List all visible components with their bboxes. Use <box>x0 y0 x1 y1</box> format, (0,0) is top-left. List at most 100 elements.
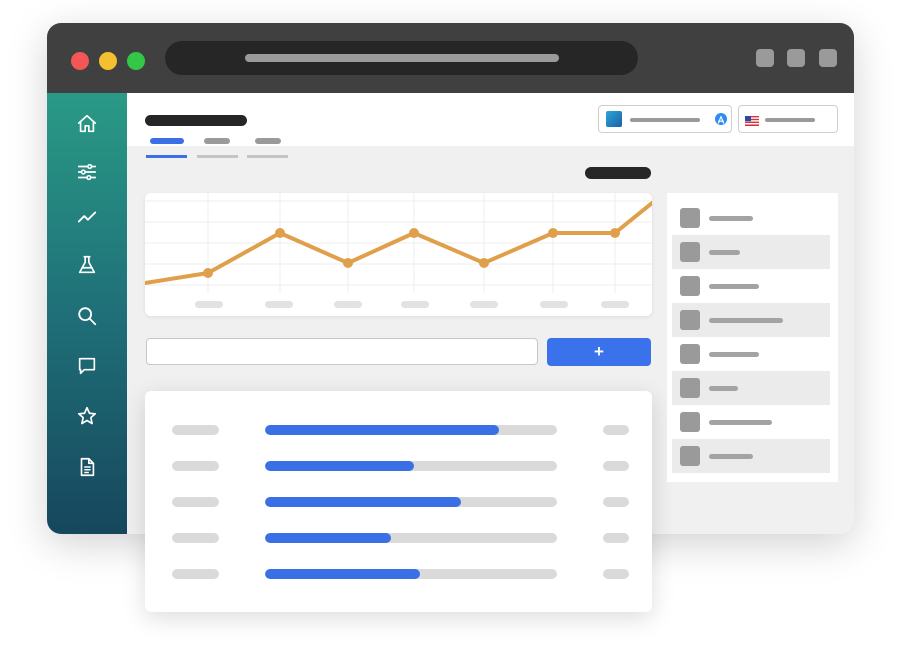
title-bar <box>47 23 854 93</box>
app-selector[interactable] <box>598 105 732 133</box>
chart-point[interactable] <box>275 228 285 238</box>
sidebar-item-search[interactable] <box>75 304 99 328</box>
address-placeholder <box>245 54 559 62</box>
x-tick-label <box>470 301 498 308</box>
list-row[interactable] <box>145 533 652 543</box>
side-list-item[interactable] <box>672 439 830 473</box>
row-label <box>172 461 219 471</box>
list-row[interactable] <box>145 497 652 507</box>
sliders-icon <box>77 163 97 181</box>
page-title <box>145 115 247 126</box>
tab-3[interactable] <box>255 138 281 144</box>
item-thumbnail <box>680 378 700 398</box>
item-label <box>709 250 740 255</box>
item-thumbnail <box>680 242 700 262</box>
chat-icon <box>78 357 96 375</box>
line-chart <box>145 193 652 308</box>
home-icon <box>77 114 97 133</box>
chart-grid <box>145 193 652 293</box>
side-list-item[interactable] <box>672 303 830 337</box>
x-tick-label <box>601 301 629 308</box>
sidebar-item-filters[interactable] <box>75 160 99 184</box>
item-label <box>709 318 783 323</box>
row-value <box>603 461 629 471</box>
item-thumbnail <box>680 344 700 364</box>
minimize-window-button[interactable] <box>99 52 117 70</box>
rank-list-card <box>145 391 652 612</box>
row-progress-bar <box>265 461 557 471</box>
side-list-item[interactable] <box>672 371 830 405</box>
row-progress-fill <box>265 497 461 507</box>
row-progress-fill <box>265 461 414 471</box>
sidebar-item-favorites[interactable] <box>75 404 99 428</box>
row-progress-bar <box>265 569 557 579</box>
sidebar-item-trends[interactable] <box>75 205 99 229</box>
list-row[interactable] <box>145 425 652 435</box>
chart-point[interactable] <box>409 228 419 238</box>
side-list-item[interactable] <box>672 269 830 303</box>
chart-x-ticks <box>195 301 629 308</box>
item-label <box>709 216 753 221</box>
row-progress-fill <box>265 533 391 543</box>
zoom-window-button[interactable] <box>127 52 145 70</box>
item-thumbnail <box>680 208 700 228</box>
tab-2-underline <box>197 155 238 158</box>
chart-point[interactable] <box>479 258 489 268</box>
row-label <box>172 569 219 579</box>
side-list-item[interactable] <box>672 405 830 439</box>
chart-points <box>203 228 620 278</box>
add-button[interactable]: + <box>547 338 651 366</box>
app-store-icon <box>715 113 727 125</box>
item-label <box>709 284 759 289</box>
toolbar-button-3[interactable] <box>819 49 837 67</box>
list-row[interactable] <box>145 569 652 579</box>
list-row[interactable] <box>145 461 652 471</box>
item-thumbnail <box>680 446 700 466</box>
address-bar[interactable] <box>165 41 638 75</box>
sidebar-item-reports[interactable] <box>75 455 99 479</box>
side-list-item[interactable] <box>672 337 830 371</box>
tab-2[interactable] <box>204 138 230 144</box>
x-tick-label <box>195 301 223 308</box>
document-icon <box>80 457 95 477</box>
us-flag-icon <box>745 113 759 126</box>
country-selector[interactable] <box>738 105 838 133</box>
row-value <box>603 569 629 579</box>
item-label <box>709 420 772 425</box>
close-window-button[interactable] <box>71 52 89 70</box>
row-label <box>172 425 219 435</box>
item-label <box>709 386 738 391</box>
row-progress-bar <box>265 425 557 435</box>
search-input[interactable] <box>146 338 538 365</box>
toolbar-button-1[interactable] <box>756 49 774 67</box>
tab-3-underline <box>247 155 288 158</box>
country-selector-value <box>765 118 815 122</box>
toolbar-button-2[interactable] <box>787 49 805 67</box>
item-thumbnail <box>680 412 700 432</box>
item-thumbnail <box>680 310 700 330</box>
row-progress-bar <box>265 497 557 507</box>
sidebar-item-home[interactable] <box>75 112 99 136</box>
row-progress-fill <box>265 569 420 579</box>
row-value <box>603 497 629 507</box>
item-label <box>709 454 753 459</box>
sidebar-item-messages[interactable] <box>75 354 99 378</box>
item-thumbnail <box>680 276 700 296</box>
app-selector-value <box>630 118 700 122</box>
side-list-item[interactable] <box>672 201 830 235</box>
row-progress-bar <box>265 533 557 543</box>
chart-title <box>585 167 651 179</box>
row-progress-fill <box>265 425 499 435</box>
chart-point[interactable] <box>343 258 353 268</box>
chart-point[interactable] <box>203 268 213 278</box>
sidebar-item-experiments[interactable] <box>75 253 99 277</box>
x-tick-label <box>265 301 293 308</box>
tab-1[interactable] <box>150 138 184 144</box>
sidebar <box>47 93 127 534</box>
side-panel-list <box>667 193 838 482</box>
row-value <box>603 425 629 435</box>
flask-icon <box>78 255 96 274</box>
side-list-item[interactable] <box>672 235 830 269</box>
chart-point[interactable] <box>610 228 620 238</box>
chart-point[interactable] <box>548 228 558 238</box>
